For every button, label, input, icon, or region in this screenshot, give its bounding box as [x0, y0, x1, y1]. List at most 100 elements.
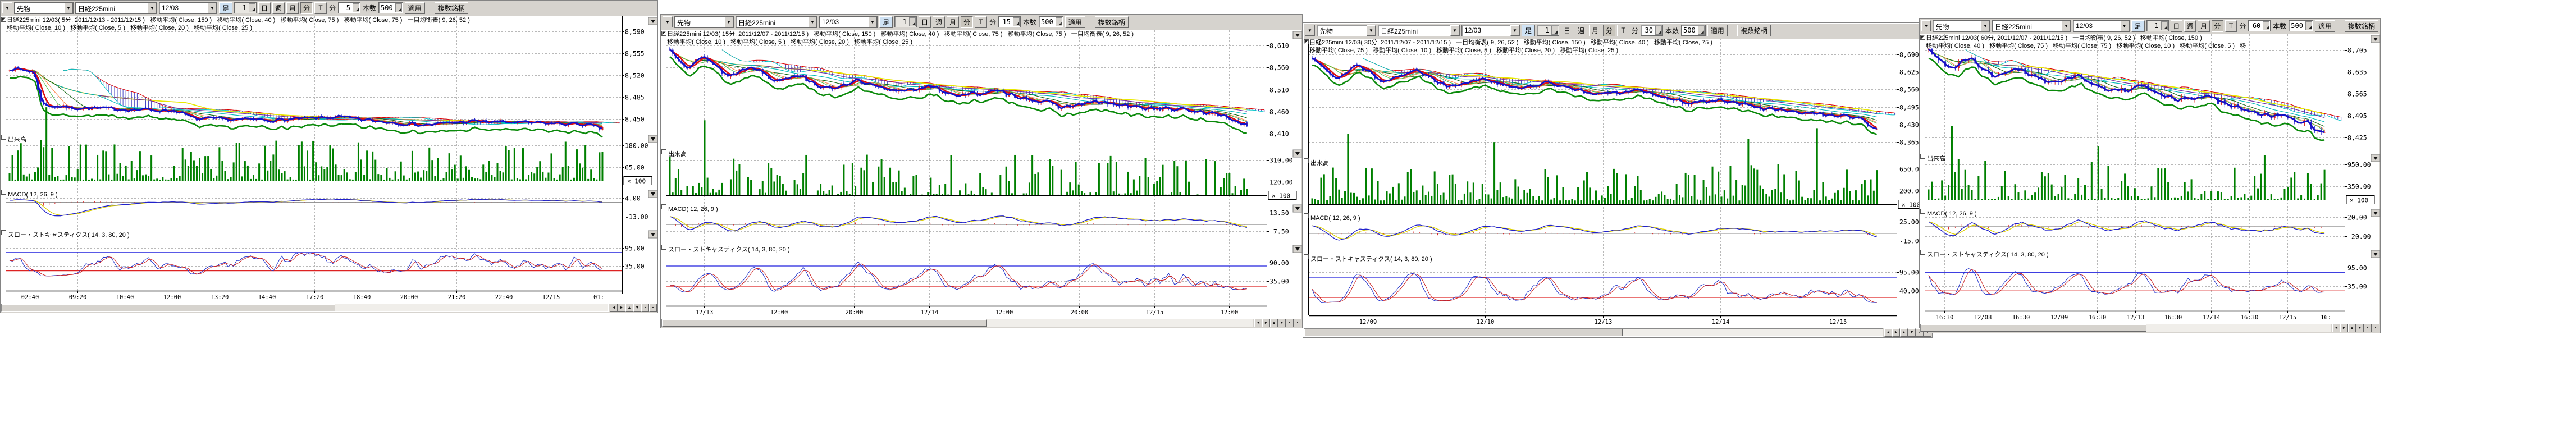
symbol-select[interactable]: 日経225mini▼ [75, 2, 157, 14]
minute-input[interactable]: 60◢ [2248, 20, 2271, 31]
symbol-select[interactable]: 日経225mini▼ [1992, 20, 2071, 32]
zoom-in-button[interactable]: ▲ [2348, 324, 2356, 332]
spinner-icon[interactable]: ◢ [353, 3, 359, 12]
spinner-icon[interactable]: ◢ [2263, 21, 2269, 30]
contract-month-select[interactable]: 12/03▼ [159, 2, 217, 14]
section-menu-button[interactable] [648, 135, 657, 143]
spinner-icon[interactable]: ◢ [1013, 17, 1020, 26]
monthly-button[interactable]: 月 [2198, 20, 2209, 32]
spinner-icon[interactable]: ◢ [1698, 26, 1705, 35]
daily-button[interactable]: 日 [1561, 25, 1573, 36]
multi-symbol-button[interactable]: 複数銘柄 [1737, 25, 1771, 36]
apply-button[interactable]: 適用 [405, 2, 425, 14]
ashi-button[interactable]: 足 [879, 16, 893, 28]
pane-resize-handle[interactable] [662, 32, 666, 250]
scrollbar-thumb[interactable] [1304, 329, 1623, 336]
contract-month-select[interactable]: 12/03▼ [819, 16, 878, 28]
tick-chart-button[interactable]: T [2225, 20, 2237, 32]
contract-month-select[interactable]: 12/03▼ [2073, 20, 2130, 32]
section-menu-button[interactable] [1293, 31, 1302, 39]
daily-button[interactable]: 日 [2171, 20, 2182, 32]
section-menu-button[interactable] [2371, 35, 2380, 43]
scroll-left-button[interactable]: ◄ [2332, 324, 2340, 332]
bar-count-input[interactable]: 500◢ [1681, 25, 1706, 36]
multi-symbol-button[interactable]: 複数銘柄 [1095, 16, 1129, 28]
zoom-out-button[interactable]: ▼ [633, 304, 641, 312]
window-menu-button[interactable]: ▼ [2, 2, 12, 13]
section-menu-button[interactable] [648, 231, 657, 238]
section-menu-button[interactable] [1293, 150, 1302, 157]
chart-option-button[interactable]: ▪ [2372, 324, 2379, 332]
scroll-right-button[interactable]: ► [1262, 319, 1270, 327]
minute-chart-button[interactable]: 分 [1603, 25, 1615, 36]
weekly-button[interactable]: 週 [2184, 20, 2196, 32]
chevron-down-icon[interactable]: ▼ [208, 3, 217, 13]
pane-resize-handle[interactable] [1304, 40, 1309, 218]
bar-count-input[interactable]: 500◢ [1039, 16, 1063, 27]
scrollbar-thumb[interactable] [2, 304, 335, 311]
zoom-in-button[interactable]: ▲ [1270, 319, 1278, 327]
section-menu-button[interactable] [2371, 209, 2380, 217]
chevron-down-icon[interactable]: ▼ [1450, 25, 1459, 36]
ashi-button[interactable]: 足 [219, 2, 232, 14]
tick-chart-button[interactable]: T [314, 2, 327, 14]
window-menu-button[interactable]: ▼ [1921, 20, 1931, 31]
bar-number-input[interactable]: 1◢ [894, 16, 917, 27]
chart-option-button[interactable]: ▪ [2364, 324, 2372, 332]
chevron-down-icon[interactable]: ▼ [1510, 25, 1519, 36]
bar-number-input[interactable]: 1◢ [234, 2, 257, 13]
chevron-down-icon[interactable]: ▼ [1981, 21, 1990, 31]
bar-count-input[interactable]: 500◢ [2289, 20, 2313, 31]
section-menu-button[interactable] [2371, 250, 2380, 258]
scroll-left-button[interactable]: ◄ [1254, 319, 1262, 327]
tick-chart-button[interactable]: T [1617, 25, 1629, 36]
bar-number-input[interactable]: 1◢ [2146, 20, 2169, 31]
bar-count-input[interactable]: 500◢ [378, 2, 403, 13]
scrollbar-thumb[interactable] [1921, 324, 2146, 332]
weekly-button[interactable]: 週 [1575, 25, 1587, 36]
pane-resize-handle[interactable] [2, 18, 6, 140]
bar-number-input[interactable]: 1◢ [1537, 25, 1559, 36]
spinner-icon[interactable]: ◢ [2161, 21, 2168, 30]
pane-resize-handle[interactable] [1304, 40, 1309, 163]
apply-button[interactable]: 適用 [2315, 20, 2335, 32]
chart-option-button[interactable]: ▪ [1286, 319, 1294, 327]
zoom-in-button[interactable]: ▲ [625, 304, 633, 312]
zoom-out-button[interactable]: ▼ [1278, 319, 1286, 327]
minute-chart-button[interactable]: 分 [300, 2, 313, 14]
pane-resize-handle[interactable] [1921, 36, 1925, 255]
daily-button[interactable]: 日 [919, 16, 931, 28]
spinner-icon[interactable]: ◢ [1655, 26, 1662, 35]
monthly-button[interactable]: 月 [286, 2, 299, 14]
symbol-select[interactable]: 日経225mini▼ [1378, 25, 1460, 36]
minute-chart-button[interactable]: 分 [961, 16, 973, 28]
pane-resize-handle[interactable] [662, 32, 666, 154]
scrollbar-track[interactable] [1, 304, 609, 312]
minute-input[interactable]: 30◢ [1641, 25, 1663, 36]
section-menu-button[interactable] [1293, 205, 1302, 212]
market-select[interactable]: 先物▼ [674, 16, 734, 28]
ashi-button[interactable]: 足 [2131, 20, 2145, 32]
monthly-button[interactable]: 月 [1589, 25, 1601, 36]
tick-chart-button[interactable]: T [975, 16, 987, 28]
pane-resize-handle[interactable] [1921, 36, 1925, 214]
multi-symbol-button[interactable]: 複数銘柄 [435, 2, 468, 14]
daily-button[interactable]: 日 [258, 2, 271, 14]
market-select[interactable]: 先物▼ [14, 2, 74, 14]
chevron-down-icon[interactable]: ▼ [1367, 25, 1376, 36]
minute-chart-button[interactable]: 分 [2212, 20, 2223, 32]
scroll-left-button[interactable]: ◄ [1884, 328, 1892, 337]
scrollbar-thumb[interactable] [662, 319, 987, 327]
ashi-button[interactable]: 足 [1522, 25, 1535, 36]
scroll-right-button[interactable]: ► [618, 304, 625, 312]
market-select[interactable]: 先物▼ [1933, 20, 1990, 32]
chevron-down-icon[interactable]: ▼ [2062, 21, 2071, 31]
pane-resize-handle[interactable] [1921, 36, 1925, 159]
spinner-icon[interactable]: ◢ [1551, 26, 1558, 35]
scrollbar-track[interactable] [1920, 324, 2331, 332]
market-select[interactable]: 先物▼ [1317, 25, 1376, 36]
chevron-down-icon[interactable]: ▼ [64, 3, 73, 13]
pane-resize-handle[interactable] [2, 18, 6, 195]
section-menu-button[interactable] [2371, 154, 2380, 162]
section-menu-button[interactable] [648, 17, 657, 25]
